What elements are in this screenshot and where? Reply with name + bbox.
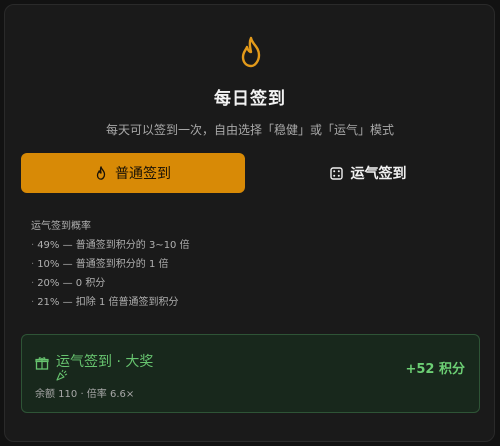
probability-item: · 10% — 普通签到积分的 1 倍 <box>31 259 169 270</box>
result-points: +52 积分 <box>405 362 465 377</box>
page-title: 每日签到 <box>214 89 286 109</box>
page-subtitle: 每天可以签到一次，自由选择「稳健」或「运气」模式 <box>105 123 394 137</box>
luck-checkin-button[interactable]: 运气签到 <box>256 153 480 193</box>
checkin-result-panel: 运气签到 · 大奖 余额 110 · 倍率 6.6× +52 积分 <box>21 334 480 413</box>
result-title: 运气签到 · 大奖 <box>56 354 154 370</box>
normal-checkin-label: 普通签到 <box>115 166 171 182</box>
result-meta: 余额 110 · 倍率 6.6× <box>35 389 135 400</box>
party-popper-icon <box>56 369 68 381</box>
luck-probability-list: 运气签到概率 · 49% — 普通签到积分的 3~10 倍 · 10% — 普通签到… <box>31 217 190 312</box>
gift-icon <box>35 357 49 370</box>
probability-title: 运气签到概率 <box>31 221 91 232</box>
normal-checkin-button[interactable]: 普通签到 <box>21 153 245 193</box>
luck-checkin-label: 运气签到 <box>350 166 407 182</box>
flame-icon <box>241 36 261 68</box>
probability-item: · 49% — 普通签到积分的 3~10 倍 <box>31 240 190 251</box>
probability-item: · 21% — 扣除 1 倍普通签到积分 <box>31 297 179 308</box>
probability-item: · 20% — 0 积分 <box>31 278 106 289</box>
flame-icon <box>96 166 106 180</box>
dice-icon <box>329 166 343 180</box>
